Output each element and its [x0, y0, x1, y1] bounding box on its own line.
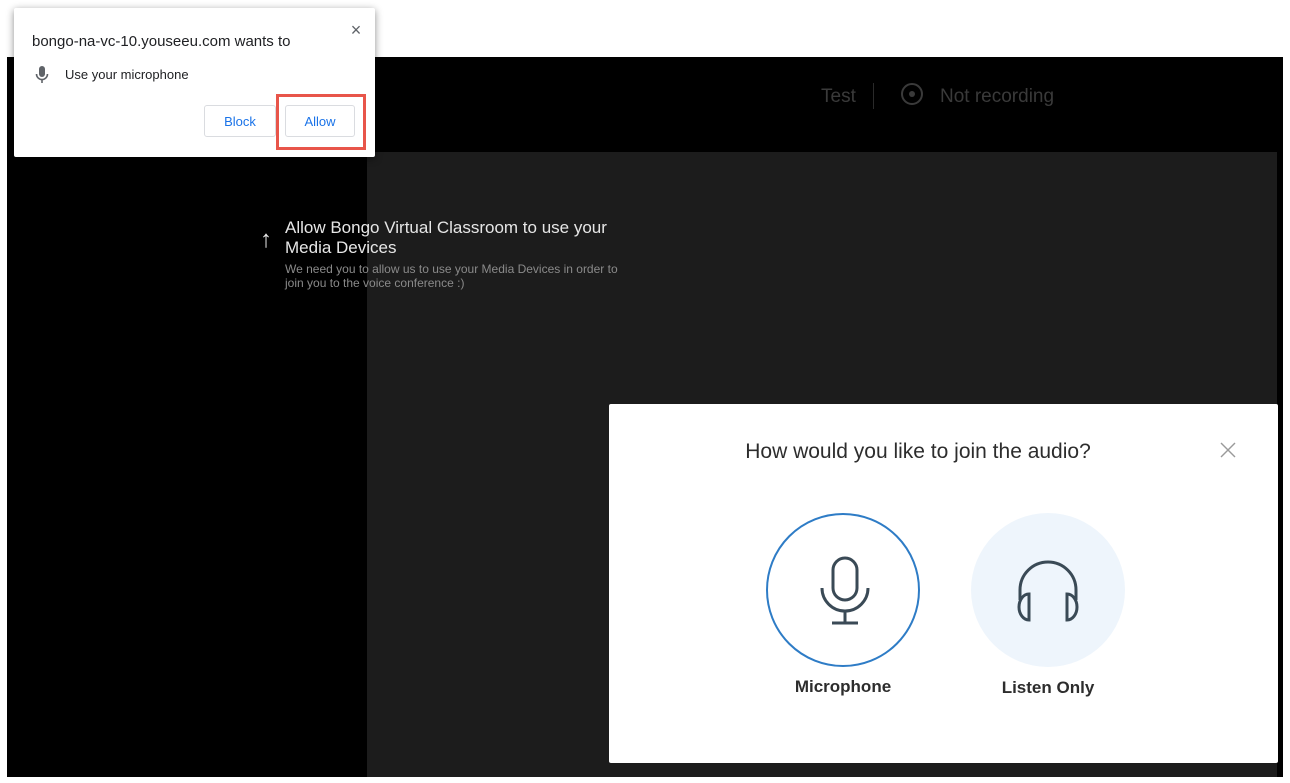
listen-only-option[interactable]: Listen Only — [971, 513, 1125, 697]
popup-origin: bongo-na-vc-10.youseeu.com wants to — [32, 33, 291, 50]
microphone-icon — [35, 66, 49, 83]
microphone-label: Microphone — [794, 677, 892, 696]
close-icon[interactable]: × — [347, 21, 365, 39]
listen-only-label: Listen Only — [1001, 678, 1095, 697]
test-label: Test — [821, 86, 856, 107]
permission-text: Use your microphone — [65, 67, 189, 82]
headphones-icon — [1017, 560, 1079, 622]
header-divider — [873, 83, 874, 109]
arrow-up-icon: ↑ — [260, 226, 272, 253]
recording-status: Not recording — [940, 86, 1055, 107]
microphone-icon — [820, 556, 870, 625]
listen-only-option-circle[interactable] — [971, 513, 1125, 667]
block-button[interactable]: Block — [204, 105, 276, 137]
hint-title: Allow Bongo Virtual Classroom to use you… — [285, 218, 607, 257]
close-icon[interactable] — [1217, 439, 1239, 461]
join-audio-modal: How would you like to join the audio? Mi… — [609, 404, 1278, 763]
hint-body: We need you to allow us to use your Medi… — [285, 262, 618, 290]
allow-button[interactable]: Allow — [285, 105, 355, 137]
microphone-option[interactable]: Microphone — [766, 513, 920, 696]
modal-title: How would you like to join the audio? — [745, 440, 1091, 463]
record-icon[interactable] — [901, 83, 923, 105]
permission-popup: bongo-na-vc-10.youseeu.com wants to × Us… — [14, 8, 375, 157]
microphone-option-circle[interactable] — [766, 513, 920, 667]
